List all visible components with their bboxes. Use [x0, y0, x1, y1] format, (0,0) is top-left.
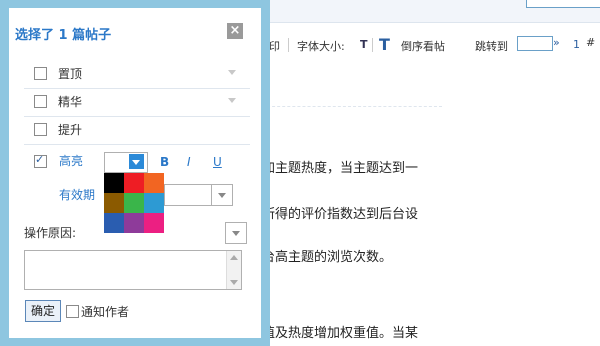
- font-size-icon[interactable]: T: [360, 38, 368, 51]
- scroll-down-icon[interactable]: [230, 280, 238, 285]
- font-size-label: 字体大小:: [297, 40, 345, 53]
- color-swatch[interactable]: [104, 193, 124, 213]
- sticky-checkbox[interactable]: [34, 67, 47, 80]
- reason-dropdown-icon[interactable]: [225, 222, 247, 244]
- sticky-label: 置顶: [58, 67, 83, 81]
- reverse-order-link[interactable]: 倒序看帖: [401, 38, 445, 54]
- color-swatch[interactable]: [144, 173, 164, 193]
- color-swatch[interactable]: [124, 213, 144, 233]
- scroll-up-icon[interactable]: [230, 255, 238, 260]
- color-palette: [104, 173, 164, 233]
- floor-number: 1: [573, 38, 580, 51]
- reason-label: 操作原因:: [24, 226, 77, 240]
- close-icon[interactable]: ×: [227, 23, 243, 39]
- sticky-expand-icon[interactable]: [228, 70, 236, 75]
- valid-period-label: 有效期: [59, 188, 96, 202]
- option-row-digest[interactable]: 精华: [24, 88, 250, 117]
- jump-label: 跳转到: [475, 40, 508, 53]
- reason-textarea[interactable]: [24, 250, 242, 290]
- digest-label: 精华: [58, 95, 83, 109]
- color-swatch[interactable]: [104, 213, 124, 233]
- jump-go-icon[interactable]: »: [553, 36, 560, 49]
- highlight-checkbox[interactable]: [34, 153, 47, 168]
- content-line: 台高主题的浏览次数。: [262, 250, 393, 265]
- dialog-title: 选择了 1 篇帖子: [15, 28, 112, 43]
- confirm-button[interactable]: 确定: [25, 300, 61, 322]
- moderation-dialog: 选择了 1 篇帖子 × 置顶 精华 提升 高亮 B I U 有效期 操作原因:: [0, 0, 270, 346]
- valid-period-input[interactable]: [164, 184, 212, 206]
- jump-page-input[interactable]: [517, 36, 553, 51]
- color-dropdown-icon[interactable]: [129, 154, 144, 169]
- print-link[interactable]: 印: [269, 38, 280, 54]
- notify-author-label: 通知作者: [81, 305, 130, 319]
- italic-button[interactable]: I: [187, 155, 191, 169]
- color-swatch[interactable]: [124, 173, 144, 193]
- bump-checkbox[interactable]: [34, 123, 47, 136]
- toolbar-separator: [288, 38, 289, 52]
- underline-button[interactable]: U: [213, 155, 222, 169]
- color-swatch[interactable]: [104, 173, 124, 193]
- notify-author-checkbox[interactable]: [66, 305, 79, 318]
- color-swatch[interactable]: [124, 193, 144, 213]
- content-line: 加主题热度，当主题达到一: [262, 161, 419, 176]
- content-line: 所得的评价指数达到后台设: [262, 207, 419, 222]
- bump-label: 提升: [58, 123, 83, 137]
- reason-scrollbar[interactable]: [226, 251, 241, 289]
- option-row-bump[interactable]: 提升: [24, 116, 250, 145]
- toolbar-separator: [372, 38, 373, 52]
- highlight-label: 高亮: [59, 154, 84, 168]
- color-swatch[interactable]: [144, 193, 164, 213]
- floor-unit: #: [586, 36, 596, 49]
- bold-button[interactable]: B: [160, 155, 169, 169]
- color-swatch[interactable]: [144, 213, 164, 233]
- option-row-sticky[interactable]: 置顶: [24, 60, 250, 89]
- sort-icon[interactable]: T: [379, 35, 390, 54]
- content-divider: [262, 106, 442, 107]
- top-right-button[interactable]: [526, 0, 600, 8]
- valid-period-dropdown-icon[interactable]: [211, 184, 233, 206]
- content-line: 值及热度增加权重值。当某: [262, 326, 419, 341]
- digest-checkbox[interactable]: [34, 95, 47, 108]
- digest-expand-icon[interactable]: [228, 98, 236, 103]
